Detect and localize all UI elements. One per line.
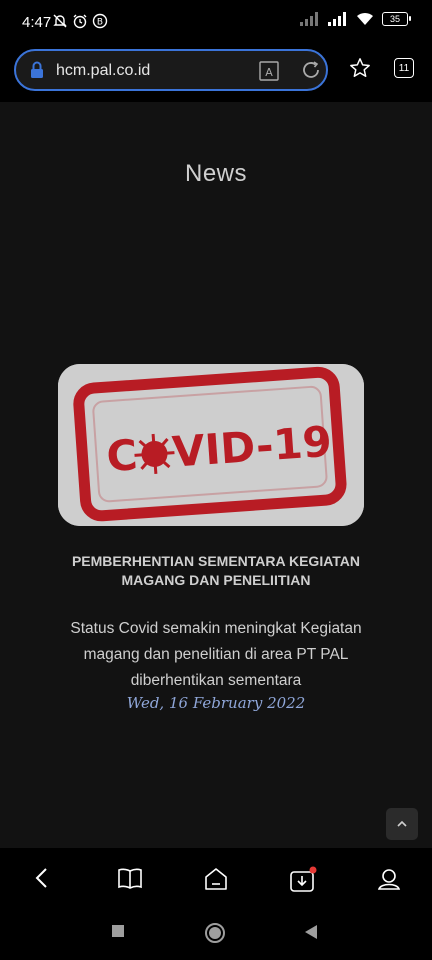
b-badge-icon: B (92, 13, 108, 29)
bookmarks-icon[interactable] (117, 866, 143, 890)
news-image[interactable]: C VID-19 (58, 364, 364, 526)
mute-icon (53, 14, 67, 28)
svg-text:C: C (105, 430, 139, 481)
lock-icon (31, 61, 43, 78)
signal-icon (328, 12, 346, 26)
status-time: 4:47 (22, 14, 52, 31)
url-text[interactable]: hcm.pal.co.id (56, 62, 150, 80)
browser-toolbar: hcm.pal.co.id A 11 (0, 44, 432, 102)
wifi-icon (357, 12, 373, 25)
star-icon[interactable] (349, 57, 371, 79)
svg-text:A: A (265, 66, 273, 79)
downloads-icon[interactable] (289, 866, 317, 894)
web-content: News C VID-19 PEMBERHENTIAN SEMENTARA KE… (0, 102, 432, 848)
svg-text:B: B (97, 18, 103, 28)
alarm-icon (73, 14, 87, 29)
news-date: Wed, 16 February 2022 (126, 694, 306, 712)
recents-icon[interactable] (111, 924, 125, 938)
chevron-up-icon (397, 820, 407, 827)
back-icon[interactable] (32, 866, 52, 890)
page-title: News (184, 160, 247, 187)
news-headline[interactable]: PEMBERHENTIAN SEMENTARA KEGIATAN MAGANG … (40, 552, 392, 590)
reader-icon[interactable]: A (258, 60, 280, 82)
status-bar: 4:47 B 35 (0, 0, 432, 44)
battery-icon: 35 (382, 12, 411, 26)
news-description: Status Covid semakin meningkat Kegiatan … (70, 620, 362, 689)
browser-bottom-nav (0, 848, 432, 906)
scroll-to-top-button[interactable] (386, 808, 418, 840)
reload-icon[interactable] (300, 59, 322, 81)
tabs-icon[interactable]: 11 (394, 58, 414, 78)
covid-stamp-image: C VID-19 (58, 364, 364, 526)
signal-icon (300, 12, 318, 26)
profile-icon[interactable] (376, 866, 402, 892)
home-icon[interactable] (203, 866, 229, 892)
system-back-icon[interactable] (304, 924, 318, 940)
address-bar[interactable]: hcm.pal.co.id A (14, 49, 328, 91)
system-nav-bar (0, 906, 432, 960)
system-home-icon[interactable] (204, 922, 226, 944)
